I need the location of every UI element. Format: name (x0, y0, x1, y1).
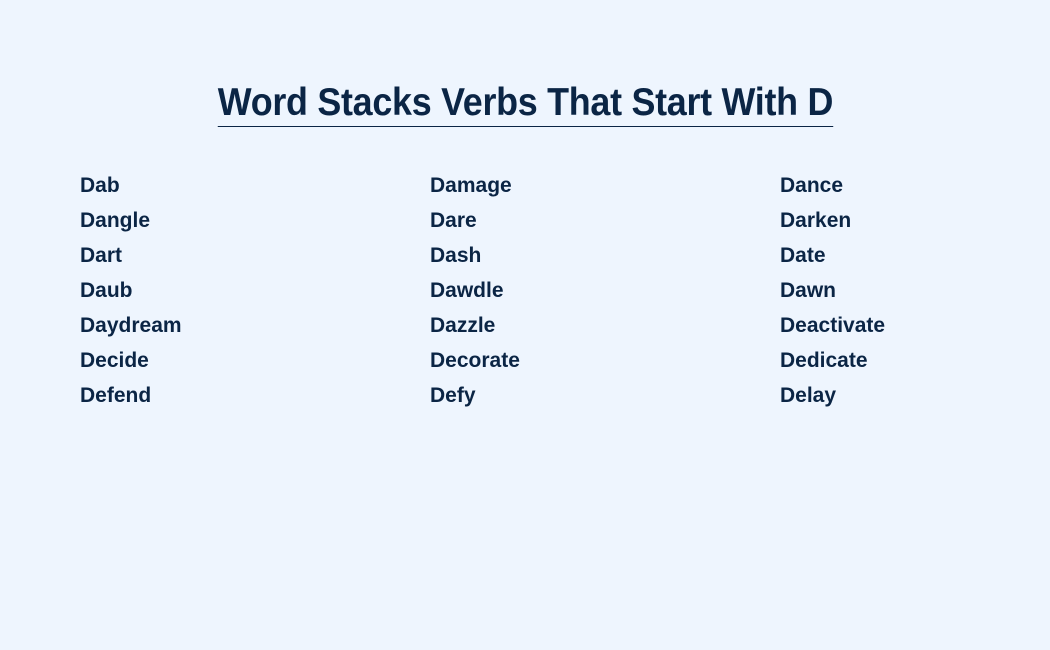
word-item: Darken (780, 209, 852, 232)
word-item: Date (780, 244, 826, 267)
word-item: Daydream (80, 314, 182, 337)
word-item: Dedicate (780, 349, 868, 372)
word-item: Delay (780, 384, 837, 407)
header: Word Stacks Verbs That Start With D (0, 80, 1050, 127)
word-item: Defend (80, 384, 152, 407)
word-item: Dawdle (430, 279, 504, 302)
word-item: Dab (80, 174, 120, 197)
word-item: Decorate (430, 349, 520, 372)
word-item: Dance (780, 174, 844, 197)
word-item: Defy (430, 384, 476, 407)
word-item: Damage (430, 174, 512, 197)
word-item: Dazzle (430, 314, 496, 337)
word-item: Dawn (780, 279, 837, 302)
word-item: Dash (430, 244, 482, 267)
word-list: Dab Damage Dance Dangle Dare Darken Dart… (80, 172, 980, 417)
word-item: Deactivate (780, 314, 886, 337)
page-title: Word Stacks Verbs That Start With D (217, 80, 833, 127)
word-item: Dangle (80, 209, 151, 232)
word-item: Daub (80, 279, 133, 302)
word-item: Dare (430, 209, 477, 232)
word-item: Dart (80, 244, 123, 267)
word-item: Decide (80, 349, 149, 372)
